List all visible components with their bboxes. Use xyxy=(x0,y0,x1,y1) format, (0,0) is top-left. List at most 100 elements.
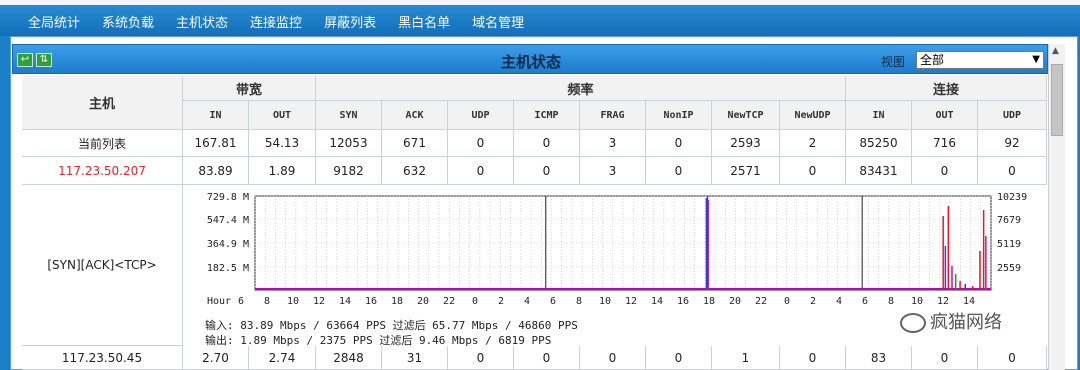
graph-input-stats: 输入: 83.89 Mbps / 63664 PPS 过滤后 65.77 Mbp… xyxy=(205,319,578,332)
column-header: FRAG xyxy=(580,101,646,130)
table-cell: 0 xyxy=(780,346,846,370)
table-cell: 167.81 xyxy=(183,130,249,157)
column-header: OUT xyxy=(912,101,978,130)
table-cell: 12053 xyxy=(316,130,382,157)
table-cell: 83431 xyxy=(846,157,912,185)
column-header: NewTCP xyxy=(712,101,780,130)
table-cell: 31 xyxy=(382,346,448,370)
y-tick-label: 729.8 M xyxy=(207,192,249,203)
top-tab-strip xyxy=(0,0,1080,5)
x-tick-label: 14 xyxy=(651,296,663,307)
x-tick-label: 8 xyxy=(576,296,582,307)
x-axis-label: Hour xyxy=(207,296,231,307)
table-cell: 85250 xyxy=(846,130,912,157)
x-tick-label: 6 xyxy=(238,296,244,307)
x-tick-label: 12 xyxy=(625,296,637,307)
column-header: ACK xyxy=(382,101,448,130)
y-tick-label: 10239 xyxy=(997,192,1027,203)
table-cell: 716 xyxy=(912,130,978,157)
x-tick-label: 14 xyxy=(963,296,975,307)
header-frequency: 频率 xyxy=(316,76,846,101)
current-list-label: 当前列表 xyxy=(22,130,183,157)
table-cell: 0 xyxy=(646,157,712,185)
watermark: 疯猫网络 xyxy=(900,308,1002,334)
table-cell: 3 xyxy=(580,157,646,185)
nav-global-stats[interactable]: 全局统计 xyxy=(28,12,80,31)
panel-titlebar: ↩ ⇅ 主机状态 视图 全部 ▼ xyxy=(12,44,1048,74)
table-cell: 0 xyxy=(514,130,580,157)
nav-connection-monitor[interactable]: 连接监控 xyxy=(250,12,302,31)
x-tick-label: 4 xyxy=(524,296,530,307)
table-cell: 632 xyxy=(382,157,448,185)
table-cell: 0 xyxy=(912,346,978,370)
nav-black-white-list[interactable]: 黑白名单 xyxy=(398,12,450,31)
table-cell: 0 xyxy=(978,346,1047,370)
table-cell: 671 xyxy=(382,130,448,157)
x-tick-label: 8 xyxy=(888,296,894,307)
vertical-scrollbar[interactable]: ▲ xyxy=(1048,44,1065,370)
y-tick-label: 7679 xyxy=(997,215,1021,226)
table-cell: 0 xyxy=(646,346,712,370)
x-tick-label: 16 xyxy=(677,296,689,307)
nav-system-load[interactable]: 系统负载 xyxy=(102,12,154,31)
view-label: 视图 xyxy=(881,55,906,69)
x-tick-label: 20 xyxy=(417,296,429,307)
table-cell: 9182 xyxy=(316,157,382,185)
column-header: OUT xyxy=(249,101,316,130)
x-tick-label: 2 xyxy=(810,296,816,307)
table-cell: 0 xyxy=(646,130,712,157)
table-cell: 1 xyxy=(712,346,780,370)
table-cell: 0 xyxy=(912,157,978,185)
table-cell: 0 xyxy=(514,346,580,370)
column-header: SYN xyxy=(316,101,382,130)
table-cell: 2593 xyxy=(712,130,780,157)
y-tick-label: 182.5 M xyxy=(207,263,249,274)
table-cell: 0 xyxy=(448,130,514,157)
table-cell: 0 xyxy=(448,157,514,185)
view-select-value: 全部 xyxy=(920,53,945,67)
column-header: NonIP xyxy=(646,101,712,130)
x-tick-label: 18 xyxy=(391,296,403,307)
x-tick-label: 18 xyxy=(703,296,715,307)
y-tick-label: 2559 xyxy=(997,263,1021,274)
x-tick-label: 20 xyxy=(729,296,741,307)
x-tick-label: 22 xyxy=(755,296,767,307)
table-cell: 2571 xyxy=(712,157,780,185)
x-tick-label: 16 xyxy=(365,296,377,307)
x-tick-label: 10 xyxy=(287,296,299,307)
x-tick-label: 22 xyxy=(443,296,455,307)
x-tick-label: 12 xyxy=(937,296,949,307)
table-cell: 3 xyxy=(580,130,646,157)
x-tick-label: 0 xyxy=(472,296,478,307)
host-ip-link[interactable]: 117.23.50.207 xyxy=(22,157,183,185)
table-cell: 2848 xyxy=(316,346,382,370)
graph-row-label: [SYN][ACK]<TCP> xyxy=(22,185,183,346)
nav-domain-management[interactable]: 域名管理 xyxy=(472,12,524,31)
graph-output-stats: 输出: 1.89 Mbps / 2375 PPS 过滤后 9.46 Mbps /… xyxy=(205,334,552,347)
nav-block-list[interactable]: 屏蔽列表 xyxy=(324,12,376,31)
column-header: UDP xyxy=(978,101,1047,130)
column-header: IN xyxy=(183,101,249,130)
column-header: IN xyxy=(846,101,912,130)
column-header: UDP xyxy=(448,101,514,130)
host-ip-link[interactable]: 117.23.50.45 xyxy=(22,346,183,370)
nav-host-status[interactable]: 主机状态 xyxy=(176,12,228,31)
table-cell: 2.70 xyxy=(183,346,249,370)
view-select[interactable]: 全部 ▼ xyxy=(916,51,1044,69)
x-tick-label: 8 xyxy=(264,296,270,307)
table-cell: 0 xyxy=(514,157,580,185)
header-connection: 连接 xyxy=(846,76,1047,101)
table-cell: 2.74 xyxy=(249,346,316,370)
plot-area xyxy=(254,195,992,291)
scrollbar-thumb[interactable] xyxy=(1051,64,1063,136)
x-tick-label: 2 xyxy=(498,296,504,307)
table-cell: 1.89 xyxy=(249,157,316,185)
table-cell: 92 xyxy=(978,130,1047,157)
column-header: ICMP xyxy=(514,101,580,130)
column-header: NewUDP xyxy=(780,101,846,130)
scroll-up-icon[interactable]: ▲ xyxy=(1052,46,1059,56)
chevron-down-icon[interactable]: ▼ xyxy=(1032,52,1040,68)
header-bandwidth: 带宽 xyxy=(183,76,316,101)
x-tick-label: 10 xyxy=(599,296,611,307)
wechat-logo-icon xyxy=(900,313,926,333)
